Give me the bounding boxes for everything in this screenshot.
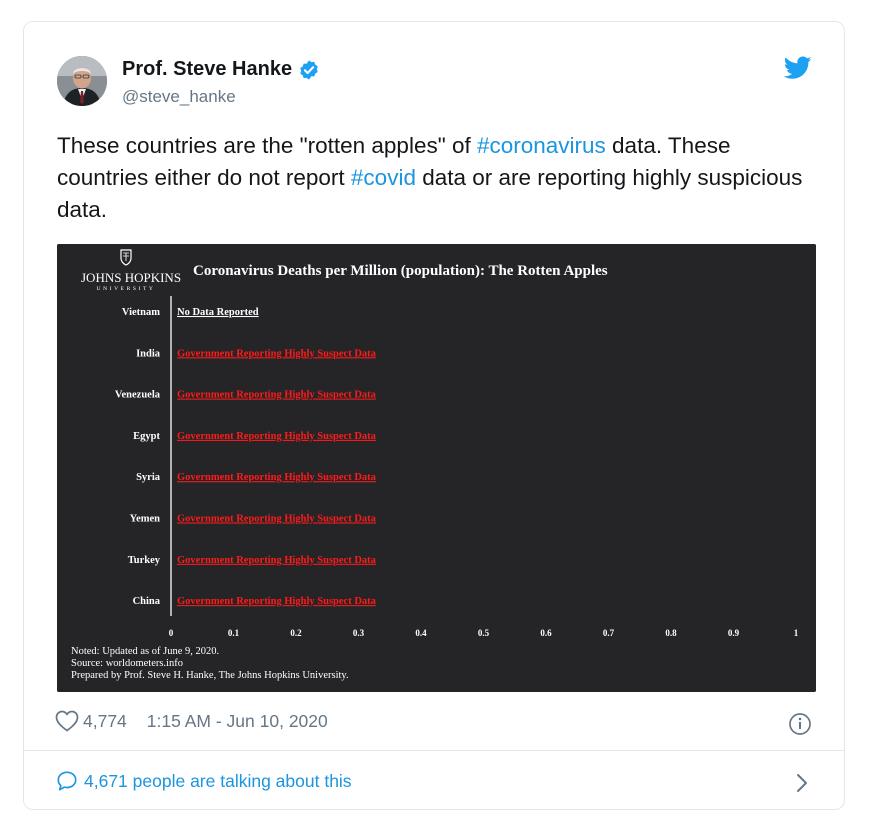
tweet-actions: 4,774 1:15 AM - Jun 10, 2020 bbox=[55, 710, 328, 732]
conversation-link-text[interactable]: 4,671 people are talking about this bbox=[84, 771, 352, 792]
portrait-avatar-icon bbox=[57, 56, 107, 106]
tweet-text-segment: These countries are the "rotten apples" … bbox=[57, 133, 477, 158]
category-label: Venezuela bbox=[115, 390, 161, 401]
conversation-link[interactable]: 4,671 people are talking about this bbox=[56, 770, 352, 792]
author-display-name[interactable]: Prof. Steve Hanke bbox=[122, 58, 292, 81]
bar-data-label: Government Reporting Highly Suspect Data bbox=[177, 472, 377, 483]
chart-note-prepared: Prepared by Prof. Steve H. Hanke, The Jo… bbox=[71, 670, 349, 681]
x-tick-label: 0.3 bbox=[353, 628, 365, 638]
chart-note-updated: Noted: Updated as of June 9, 2020. bbox=[71, 646, 219, 657]
twitter-bird-icon[interactable] bbox=[784, 56, 812, 80]
x-tick-label: 0 bbox=[169, 628, 174, 638]
x-tick-label: 0.2 bbox=[290, 628, 302, 638]
chart-note-source: Source: worldometers.info bbox=[71, 658, 183, 669]
author-handle[interactable]: @steve_hanke bbox=[122, 87, 236, 107]
chart-svg: JOHNS HOPKINS UNIVERSITY Coronavirus Dea… bbox=[57, 244, 816, 692]
verified-badge-icon bbox=[300, 59, 318, 80]
x-tick-label: 0.9 bbox=[728, 628, 740, 638]
category-label: Vietnam bbox=[122, 307, 160, 318]
x-tick-label: 1 bbox=[794, 628, 799, 638]
tweet-timestamp[interactable]: 1:15 AM - Jun 10, 2020 bbox=[147, 711, 328, 732]
chevron-right-icon[interactable] bbox=[794, 772, 810, 794]
category-label: China bbox=[133, 596, 161, 607]
x-tick-label: 0.5 bbox=[478, 628, 490, 638]
x-tick-label: 0.7 bbox=[603, 628, 615, 638]
like-heart-icon[interactable] bbox=[55, 710, 79, 732]
x-tick-label: 0.1 bbox=[228, 628, 240, 638]
tweet-text: These countries are the "rotten apples" … bbox=[57, 130, 817, 226]
category-label: Syria bbox=[136, 472, 161, 483]
chart-title: Coronavirus Deaths per Million (populati… bbox=[193, 263, 608, 279]
card-divider bbox=[24, 750, 844, 751]
jhu-logo-subtext: UNIVERSITY bbox=[97, 286, 156, 292]
like-count[interactable]: 4,774 bbox=[83, 711, 127, 732]
x-tick-label: 0.6 bbox=[540, 628, 552, 638]
category-label: Egypt bbox=[133, 431, 160, 442]
hashtag-covid-link[interactable]: #covid bbox=[351, 165, 416, 190]
author-name-row[interactable]: Prof. Steve Hanke bbox=[122, 58, 320, 81]
info-icon[interactable] bbox=[788, 712, 812, 736]
x-tick-label: 0.4 bbox=[415, 628, 427, 638]
bar-data-label: Government Reporting Highly Suspect Data bbox=[177, 596, 377, 607]
hashtag-coronavirus-link[interactable]: #coronavirus bbox=[477, 133, 606, 158]
bar-data-label: Government Reporting Highly Suspect Data bbox=[177, 555, 377, 566]
comment-bubble-icon bbox=[57, 771, 77, 791]
bar-data-label: No Data Reported bbox=[177, 307, 259, 318]
bar-data-label: Government Reporting Highly Suspect Data bbox=[177, 514, 377, 525]
bar-data-label: Government Reporting Highly Suspect Data bbox=[177, 348, 377, 359]
bar-data-label: Government Reporting Highly Suspect Data bbox=[177, 431, 377, 442]
category-label: Turkey bbox=[128, 555, 161, 566]
x-tick-label: 0.8 bbox=[665, 628, 677, 638]
tweet-card: Prof. Steve Hanke @steve_hanke These cou… bbox=[23, 21, 845, 810]
category-label: India bbox=[136, 348, 161, 359]
chart-image[interactable]: JOHNS HOPKINS UNIVERSITY Coronavirus Dea… bbox=[57, 244, 816, 692]
author-avatar[interactable] bbox=[57, 56, 107, 106]
bar-data-label: Government Reporting Highly Suspect Data bbox=[177, 390, 377, 401]
jhu-logo-text: JOHNS HOPKINS bbox=[81, 270, 181, 285]
category-label: Yemen bbox=[130, 514, 160, 525]
